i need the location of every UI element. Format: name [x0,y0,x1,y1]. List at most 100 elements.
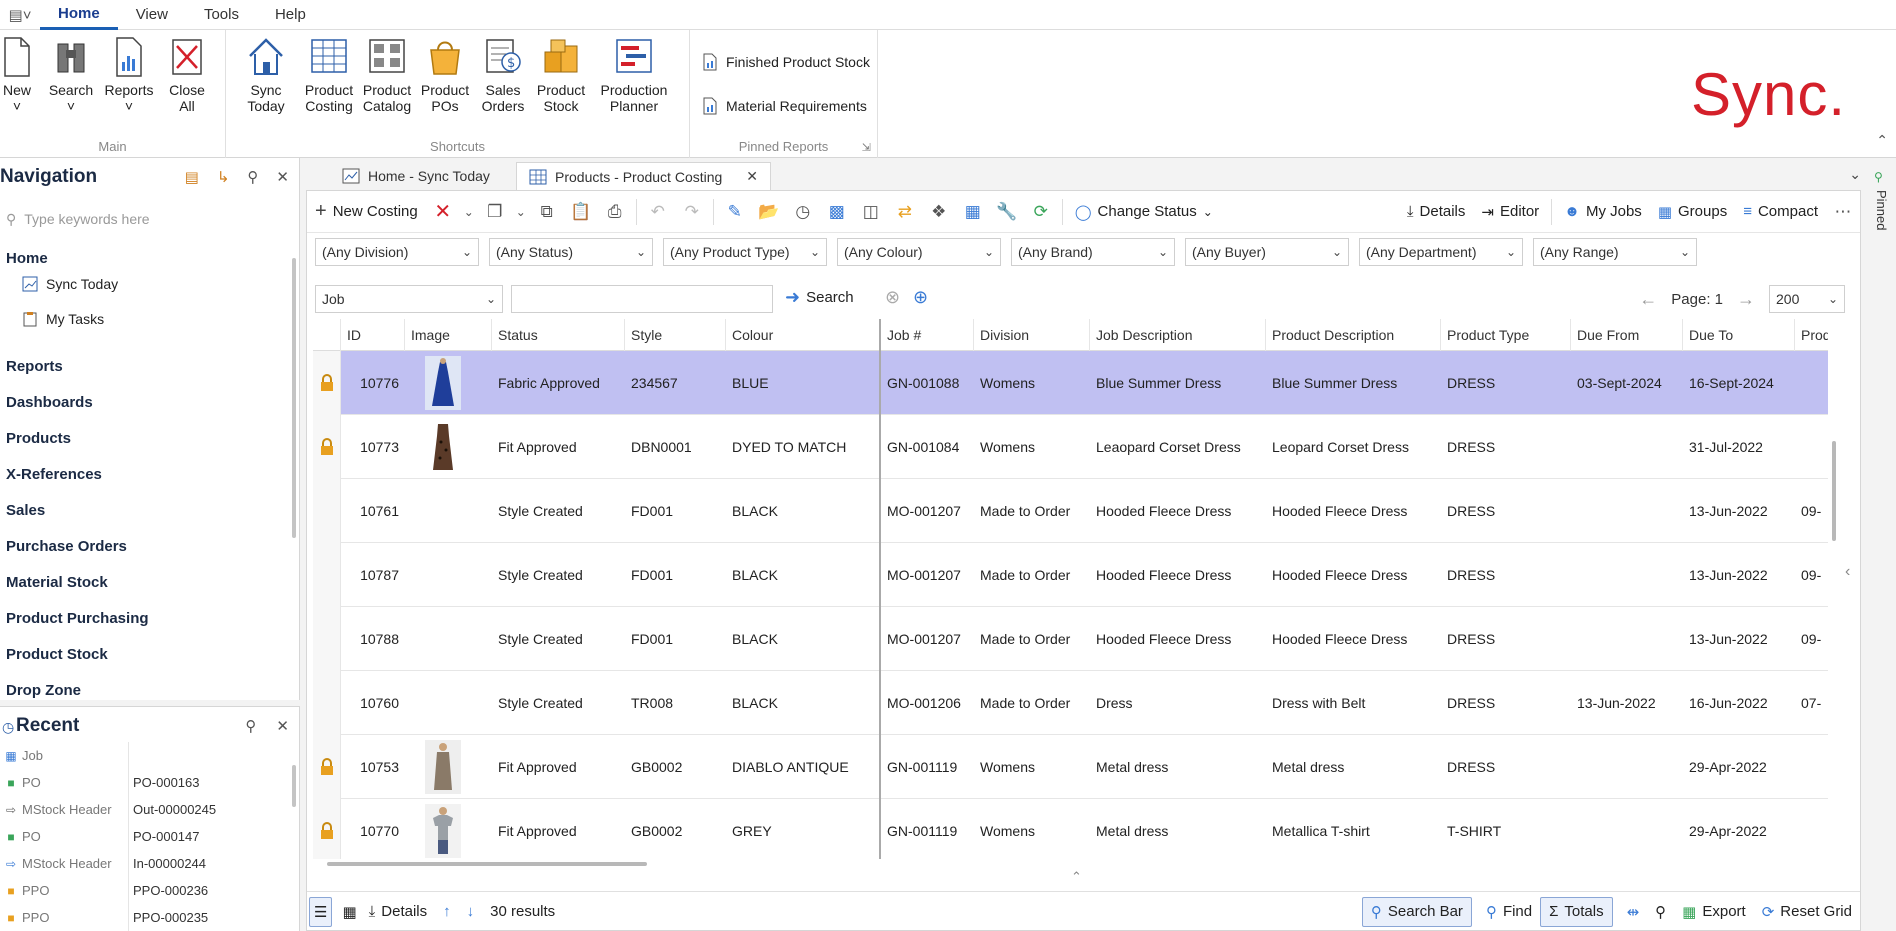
recent-item[interactable]: ▦ Job [0,742,285,769]
table-row[interactable]: 10753 Fit Approved GB0002 DIABLO ANTIQUE GN-… [313,735,1828,799]
recent-item[interactable]: ⇨ MStock Header In-00000244 [0,850,285,877]
change-status-button[interactable]: ◯ Change Status ⌄ [1067,196,1221,228]
nav-product-stock[interactable]: Product Stock [6,646,108,663]
more-options-icon[interactable]: ⋯ [1826,196,1860,228]
nav-purchase-orders[interactable]: Purchase Orders [6,538,127,555]
product-type-filter[interactable]: (Any Product Type) ⌄ [663,238,827,266]
search-input[interactable] [511,285,773,313]
brand-filter[interactable]: (Any Brand) ⌄ [1011,238,1175,266]
new-costing-button[interactable]: + New Costing [307,196,426,228]
nav-home[interactable]: Home [6,250,48,267]
search-field-select[interactable]: Job ⌄ [315,285,503,313]
search-button[interactable]: Search ˅ [42,36,100,114]
nav-drop-zone[interactable]: Drop Zone [6,682,81,699]
nav-reports[interactable]: Reports [6,358,63,375]
column-header-style[interactable]: Style [625,319,726,351]
expand-search-icon[interactable]: ⊕ [913,287,928,308]
copy-icon[interactable]: ⧉ [530,196,564,228]
search-button[interactable]: ➜ Search [785,287,854,308]
editor-button[interactable]: ⇥ Editor [1473,196,1547,228]
production-planner-button[interactable]: Production Planner [596,36,672,114]
navigation-scrollbar[interactable] [292,258,296,538]
table-row[interactable]: 10770 Fit Approved GB0002 GREY GN-001119 Wome… [313,799,1828,859]
nav-item-my-tasks[interactable]: My Tasks [22,311,104,327]
print-icon[interactable]: ⎙ [598,196,632,228]
new-button[interactable]: New ˅ [0,36,46,114]
table-row[interactable]: 10788 Style Created FD001 BLACK MO-001207 Mad… [313,607,1828,671]
my-jobs-button[interactable]: ☻ My Jobs [1556,196,1650,228]
fit-columns-icon[interactable]: ⇹ [1619,897,1648,927]
column-header-colour[interactable]: Colour [726,319,881,351]
chevron-down-icon[interactable]: ⌄ [460,196,478,228]
pin-icon[interactable]: ⚲ [245,717,256,735]
tag-icon[interactable]: ❖ [922,196,956,228]
nav-material-stock[interactable]: Material Stock [6,574,108,591]
tab-products-product-costing[interactable]: Products - Product Costing ✕ [516,162,772,190]
close-icon[interactable]: ✕ [276,168,289,186]
reset-grid-button[interactable]: ⟳ Reset Grid [1754,897,1860,927]
recent-scrollbar[interactable] [292,765,296,807]
nav-products[interactable]: Products [6,430,71,447]
colour-filter[interactable]: (Any Colour) ⌄ [837,238,1001,266]
table-row[interactable]: 10773 Fit Approved DBN0001 DYED TO MATCH GN-… [313,415,1828,479]
product-stock-button[interactable]: Product Stock [532,36,590,114]
app-menu-icon[interactable]: ▤˅ [0,0,40,30]
close-tab-icon[interactable]: ✕ [746,168,758,185]
collapse-ribbon-icon[interactable]: ⌃ [1876,132,1888,149]
expand-all-icon[interactable]: ▤ [185,168,199,186]
nav-dashboards[interactable]: Dashboards [6,394,93,411]
product-catalog-button[interactable]: Product Catalog [358,36,416,114]
export-button[interactable]: ▦ Export [1674,897,1754,927]
close-icon[interactable]: ✕ [276,717,289,735]
page-size-select[interactable]: 200 ⌄ [1769,285,1845,313]
column-header-due-from[interactable]: Due From [1571,319,1683,351]
dialog-launcher-icon[interactable]: ⇲ [862,141,871,154]
nav-sales[interactable]: Sales [6,502,45,519]
status-filter[interactable]: (Any Status) ⌄ [489,238,653,266]
column-header-id[interactable]: ID [341,319,405,351]
tab-home-sync-today[interactable]: Home - Sync Today [330,162,502,190]
status-details-button[interactable]: ⤓ Details [361,897,436,927]
tab-list-chevron-icon[interactable]: ⌄ [1849,166,1861,183]
buyer-filter[interactable]: (Any Buyer) ⌄ [1185,238,1349,266]
collapse-all-icon[interactable]: ↳ [217,168,230,186]
column-header-image[interactable]: Image [405,319,492,351]
table-row[interactable]: 10776 Fabric Approved 234567 BLUE GN-001088 W… [313,351,1828,415]
menu-help[interactable]: Help [257,0,324,30]
refresh-icon[interactable]: ⟳ [1024,196,1058,228]
reports-button[interactable]: Reports ˅ [100,36,158,114]
move-down-icon[interactable]: ↓ [459,897,483,927]
card-view-icon[interactable]: ▦ [338,897,360,927]
open-folder-icon[interactable]: 📂 [752,196,786,228]
totals-toggle[interactable]: Σ Totals [1540,896,1613,927]
image-icon[interactable]: ▩ [820,196,854,228]
menu-view[interactable]: View [118,0,186,30]
column-header-division[interactable]: Division [974,319,1090,351]
column-header-product-type[interactable]: Product Type [1441,319,1571,351]
table-row[interactable]: 10760 Style Created TR008 BLACK MO-001206 Mad… [313,671,1828,735]
table-row[interactable]: 10787 Style Created FD001 BLACK MO-001207 Mad… [313,543,1828,607]
pinned-report-material-requirements[interactable]: Material Requirements [702,92,867,120]
pinned-side-strip[interactable]: ⚲ Pinned [1866,170,1896,270]
recent-item[interactable]: ■ PPO PPO-000236 [0,877,285,904]
column-header-product[interactable]: Produc [1795,319,1828,351]
chevron-down-icon[interactable]: ⌄ [512,196,530,228]
grid-vertical-scrollbar[interactable] [1832,441,1836,541]
expand-side-panel-icon[interactable]: ‹ [1845,563,1850,581]
search-bar-toggle[interactable]: ⚲ Search Bar [1361,896,1472,927]
table-row[interactable]: 10761 Style Created FD001 BLACK MO-001207 Mad… [313,479,1828,543]
sales-orders-button[interactable]: $ Sales Orders [474,36,532,114]
history-icon[interactable]: ◷ [786,196,820,228]
document-link-icon[interactable]: ◫ [854,196,888,228]
paste-icon[interactable]: 📋 [564,196,598,228]
menu-home[interactable]: Home [40,0,118,30]
product-costing-button[interactable]: Product Costing [300,36,358,114]
sync-today-button[interactable]: Sync Today [234,36,298,114]
redo-icon[interactable]: ↷ [675,196,709,228]
next-page-icon[interactable]: → [1737,289,1755,310]
column-header-product-description[interactable]: Product Description [1266,319,1441,351]
move-up-icon[interactable]: ↑ [435,897,459,927]
column-header-due-to[interactable]: Due To [1683,319,1795,351]
calculator-icon[interactable]: ▦ [956,196,990,228]
nav-x-references[interactable]: X-References [6,466,102,483]
